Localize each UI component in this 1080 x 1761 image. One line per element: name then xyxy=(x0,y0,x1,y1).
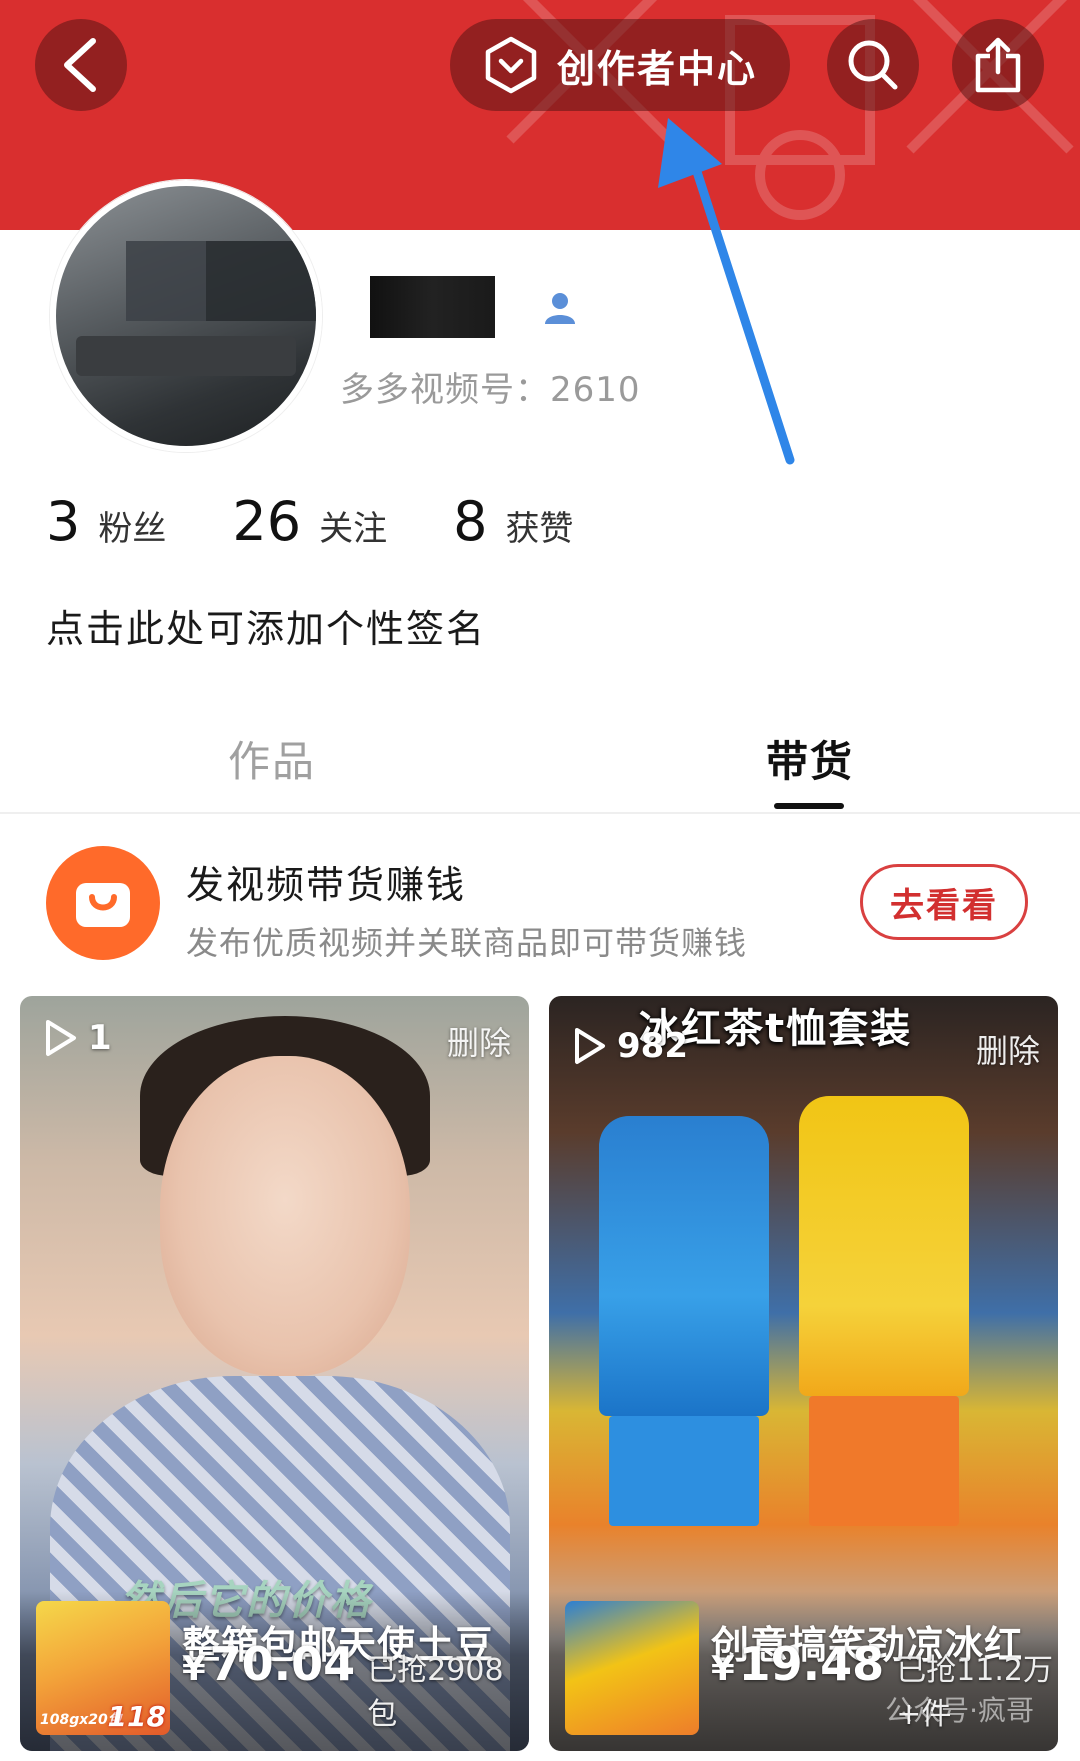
active-tab-indicator xyxy=(774,803,844,809)
search-button[interactable] xyxy=(827,19,919,111)
video-thumbnail-face xyxy=(160,1056,410,1376)
stat-value: 8 xyxy=(453,490,488,553)
delete-button[interactable]: 删除 xyxy=(447,1018,511,1064)
play-count: 982 xyxy=(571,1026,688,1066)
avatar-pixelation xyxy=(126,241,206,321)
stat-followers[interactable]: 3 粉丝 xyxy=(46,490,166,553)
promo-subtitle: 发布优质视频并关联商品即可带货赚钱 xyxy=(186,924,748,962)
play-icon xyxy=(46,1020,76,1056)
linked-product[interactable]: 创意搞笑劲凉冰红 ¥ 19.48 已抢11.2万+件 公众号·疯哥 xyxy=(549,1591,1058,1751)
hexagon-check-icon xyxy=(485,36,537,94)
play-count-value: 1 xyxy=(88,1018,112,1058)
stat-label: 获赞 xyxy=(505,509,574,549)
tab-works[interactable]: 作品 xyxy=(228,728,316,789)
video-thumbnail-figure xyxy=(799,1096,969,1396)
duoduo-video-id: 多多视频号：2610 xyxy=(340,370,641,410)
creator-center-button[interactable]: 创作者中心 xyxy=(450,19,790,111)
avatar[interactable] xyxy=(50,180,322,452)
product-price: 19.48 xyxy=(738,1637,885,1691)
stat-label: 关注 xyxy=(319,509,388,549)
play-count-value: 982 xyxy=(617,1026,688,1066)
video-card[interactable]: 然后它的价格 1 删除 108gx20包 118 整箱包邮天使土豆 ¥ 70.0… xyxy=(20,996,529,1751)
delete-button[interactable]: 删除 xyxy=(976,1026,1040,1072)
user-icon xyxy=(545,293,575,324)
linked-product[interactable]: 108gx20包 118 整箱包邮天使土豆 ¥ 70.04 已抢2908包 xyxy=(20,1591,529,1751)
product-thumbnail-price: 118 xyxy=(107,1700,166,1733)
currency-symbol: ¥ xyxy=(711,1649,735,1689)
stat-value: 26 xyxy=(232,490,302,553)
currency-symbol: ¥ xyxy=(182,1649,206,1689)
video-thumbnail-figure xyxy=(609,1416,759,1526)
share-icon xyxy=(975,37,1021,93)
stat-likes[interactable]: 8 获赞 xyxy=(453,490,573,553)
stat-following[interactable]: 26 关注 xyxy=(232,490,387,553)
signature-prompt[interactable]: 点击此处可添加个性签名 xyxy=(46,598,486,653)
promo-title: 发视频带货赚钱 xyxy=(186,863,467,907)
watermark: 公众号·疯哥 xyxy=(885,1694,1034,1727)
shopping-bag-icon xyxy=(46,846,160,960)
sell-promo-banner: 发视频带货赚钱 发布优质视频并关联商品即可带货赚钱 去看看 xyxy=(0,814,1080,982)
video-card[interactable]: 冰红茶t恤套装 982 删除 创意搞笑劲凉冰红 ¥ 19.48 已抢11.2万+… xyxy=(549,996,1058,1751)
product-price: 70.04 xyxy=(209,1637,356,1691)
product-price-row: ¥ 70.04 已抢2908包 xyxy=(182,1637,529,1733)
avatar-pixelation xyxy=(206,241,316,321)
share-button[interactable] xyxy=(952,19,1044,111)
product-thumbnail xyxy=(565,1601,699,1735)
username-redacted xyxy=(370,276,495,338)
creator-center-label: 创作者中心 xyxy=(556,46,757,91)
stat-label: 粉丝 xyxy=(98,509,167,549)
product-thumbnail: 108gx20包 118 xyxy=(36,1601,170,1735)
play-icon xyxy=(575,1028,605,1064)
sold-count: 已抢2908包 xyxy=(367,1653,504,1732)
back-button[interactable] xyxy=(35,19,127,111)
profile-stats: 3 粉丝 26 关注 8 获赞 xyxy=(46,490,639,553)
go-see-button[interactable]: 去看看 xyxy=(860,864,1028,940)
profile-tabs: 作品 带货 xyxy=(0,720,1080,812)
chevron-left-icon xyxy=(64,38,96,92)
search-icon xyxy=(848,40,898,90)
play-count: 1 xyxy=(42,1018,112,1058)
video-thumbnail-figure xyxy=(599,1116,769,1416)
stat-value: 3 xyxy=(46,490,81,553)
video-thumbnail-figure xyxy=(809,1396,959,1526)
tab-goods[interactable]: 带货 xyxy=(766,728,854,789)
avatar-car-grille xyxy=(76,336,296,376)
